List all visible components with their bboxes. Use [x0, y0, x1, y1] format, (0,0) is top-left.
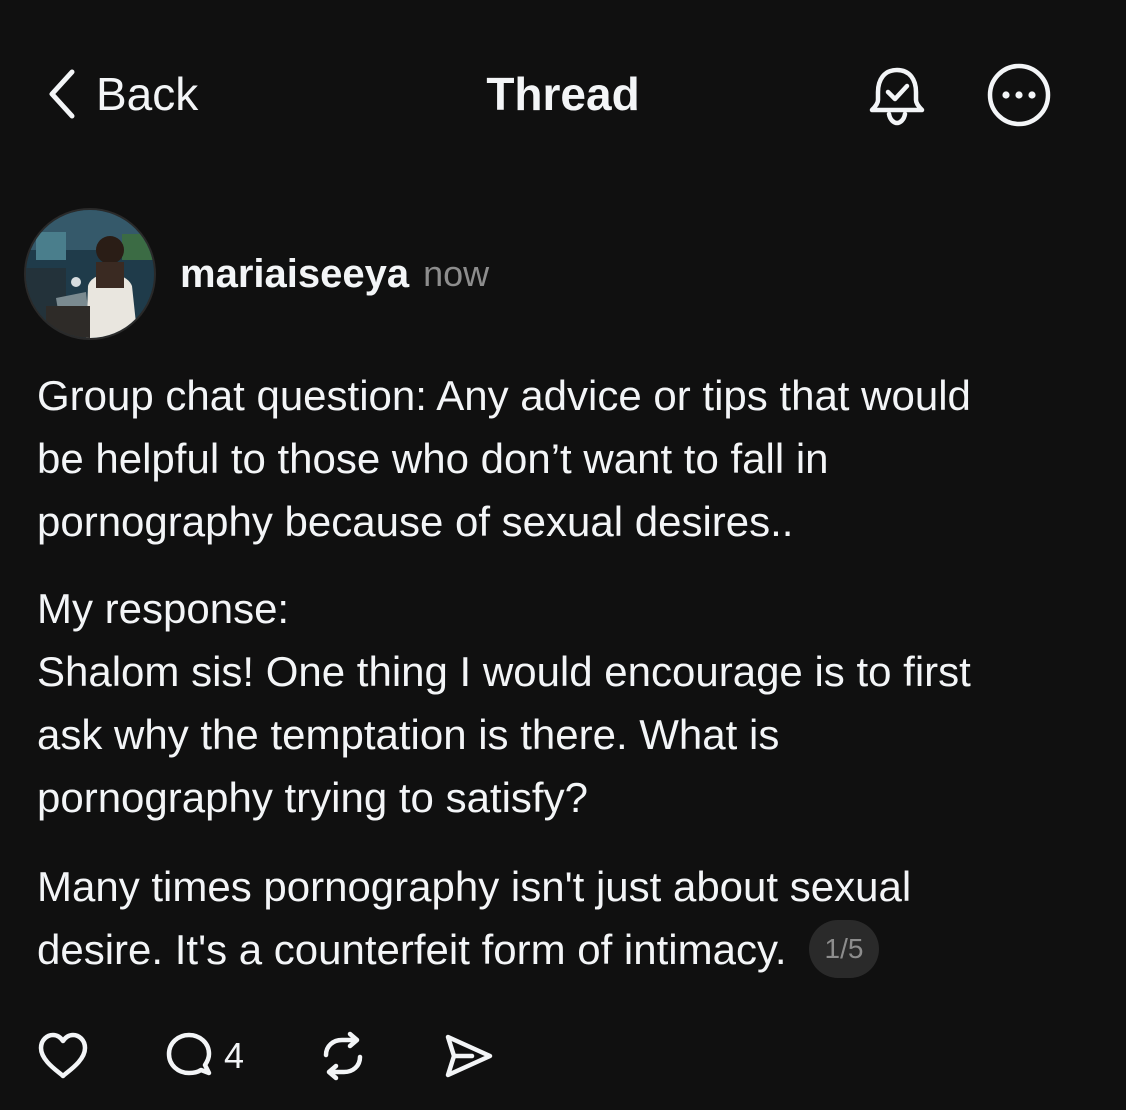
post-body: Group chat question: Any advice or tips …: [37, 364, 1097, 982]
text-line: Group chat question: Any advice or tips …: [37, 372, 971, 419]
text-line: pornography trying to satisfy?: [37, 774, 588, 821]
reply-count: 4: [224, 1035, 245, 1076]
post-header: mariaiseeya now: [24, 208, 489, 340]
repost-icon: [316, 1029, 370, 1083]
avatar[interactable]: [24, 208, 156, 340]
bell-check-icon: [864, 62, 930, 128]
text-line: Shalom sis! One thing I would encourage …: [37, 648, 971, 695]
share-button[interactable]: [442, 1029, 496, 1083]
repost-button[interactable]: [316, 1029, 370, 1083]
page-title: Thread: [486, 68, 640, 120]
more-circle-icon: [986, 62, 1052, 128]
reply-button[interactable]: 4: [162, 1029, 244, 1083]
post-time: now: [423, 253, 490, 294]
more-button[interactable]: [986, 62, 1052, 128]
thread-counter-badge: 1/5: [808, 919, 880, 978]
notify-button[interactable]: [864, 62, 930, 128]
send-icon: [442, 1029, 496, 1083]
paragraph-intimacy: Many times pornography isn't just about …: [37, 855, 1097, 982]
text-line: pornography because of sexual desires..: [37, 498, 794, 545]
text-line-text: desire. It's a counterfeit form of intim…: [37, 926, 787, 973]
top-bar: Back Thread: [0, 0, 1126, 190]
text-line: My response:: [37, 585, 290, 632]
text-line: ask why the temptation is there. What is: [37, 711, 780, 758]
like-button[interactable]: [36, 1031, 90, 1081]
paragraph-question: Group chat question: Any advice or tips …: [37, 364, 1097, 553]
author-name[interactable]: mariaiseeya: [180, 248, 409, 300]
text-line-last: desire. It's a counterfeit form of intim…: [37, 918, 1097, 982]
text-line: be helpful to those who don’t want to fa…: [37, 435, 829, 482]
text-line: Many times pornography isn't just about …: [37, 863, 912, 910]
comment-icon: [162, 1029, 216, 1083]
heart-icon: [36, 1031, 90, 1081]
paragraph-response: My response: Shalom sis! One thing I wou…: [37, 577, 1097, 829]
action-bar: 4: [36, 1028, 496, 1084]
